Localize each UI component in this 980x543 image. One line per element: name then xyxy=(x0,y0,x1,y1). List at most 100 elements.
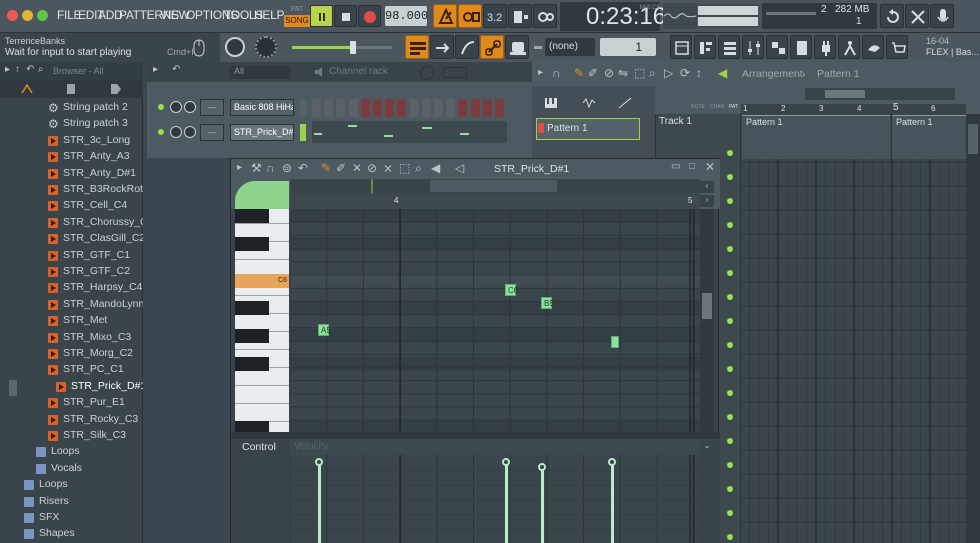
shop-button[interactable] xyxy=(886,35,908,59)
piano-keyboard[interactable]: C6 xyxy=(235,209,289,432)
arrow-up-icon[interactable]: ↑ xyxy=(15,64,20,75)
loop-icon[interactable]: ⟳ xyxy=(680,66,690,80)
master-slider-handle[interactable] xyxy=(350,41,356,54)
chevron-down-icon[interactable]: ⌄ xyxy=(700,441,714,453)
browser-item[interactable]: STR_Mixo_C3 xyxy=(0,330,143,346)
black-key[interactable] xyxy=(235,301,269,315)
wrench-icon[interactable]: ⚒ xyxy=(251,161,262,175)
channel-pan-knob[interactable] xyxy=(170,126,182,138)
speaker-icon[interactable]: ◀ xyxy=(431,161,440,175)
countdown-button[interactable]: 3.2 xyxy=(483,4,507,28)
track-mute-led[interactable] xyxy=(727,150,733,156)
browser-item[interactable]: Risers xyxy=(0,494,143,510)
step-button[interactable] xyxy=(312,99,321,117)
browser-item[interactable]: SFX xyxy=(0,510,143,526)
playlist-scrollbar[interactable] xyxy=(966,114,980,543)
pencil-icon[interactable]: ✎ xyxy=(321,161,331,175)
master-slider-track[interactable] xyxy=(292,41,392,54)
browser-item[interactable]: STR_Silk_C3 xyxy=(0,428,143,444)
playlist-button[interactable] xyxy=(405,35,429,59)
note-grid[interactable]: A5 C6 B5 xyxy=(290,209,700,432)
track-mute-led[interactable] xyxy=(727,534,733,540)
step-button[interactable] xyxy=(348,99,358,117)
swing-knob[interactable] xyxy=(420,66,434,80)
scroll-right-icon[interactable]: › xyxy=(700,195,714,207)
mute-icon[interactable]: ⊘ xyxy=(604,66,614,80)
recording-input-button[interactable] xyxy=(930,4,954,28)
channel-volume-knob[interactable] xyxy=(184,126,196,138)
channel-name-button[interactable]: STR_Prick_D#1 xyxy=(230,124,294,141)
playlist-grid[interactable]: Pattern 1 Pattern 1 xyxy=(739,114,966,543)
slide-tool-button[interactable] xyxy=(455,35,479,59)
master-volume-knob[interactable] xyxy=(255,36,277,58)
flex-preset-name[interactable]: FLEX | Bas... xyxy=(926,47,979,57)
undo-icon[interactable]: ↶ xyxy=(172,64,180,75)
browser-item[interactable]: STR_MandoLynn_B2 xyxy=(0,297,143,313)
magnet-icon[interactable]: ∩ xyxy=(266,161,275,175)
track-mute-led[interactable] xyxy=(727,366,733,372)
channel-select-indicator[interactable] xyxy=(300,124,306,141)
channel-rack-menu-icon[interactable]: ▸ xyxy=(153,64,158,75)
delete-icon[interactable]: ✕ xyxy=(352,161,362,175)
track-mute-led[interactable] xyxy=(727,246,733,252)
velocity-bar[interactable] xyxy=(611,462,614,543)
slip-icon[interactable]: ⇋ xyxy=(618,66,628,80)
track-mute-led[interactable] xyxy=(727,270,733,276)
bar-ruler[interactable]: 4 5 xyxy=(290,193,700,209)
mute-icon[interactable]: ⊘ xyxy=(367,161,377,175)
pat-song-toggle[interactable]: PAT SONG xyxy=(284,4,310,28)
scroll-left-icon[interactable]: ‹ xyxy=(700,181,714,193)
black-key[interactable] xyxy=(235,237,269,251)
browser-menu-icon[interactable]: ▸ xyxy=(5,64,10,75)
black-key[interactable] xyxy=(235,421,269,432)
playlist-clip[interactable]: Pattern 1 xyxy=(892,115,966,159)
typing-keyboard-button[interactable] xyxy=(505,35,529,59)
metronome-button[interactable] xyxy=(433,4,457,28)
key-c6-highlight[interactable]: C6 xyxy=(235,274,289,288)
zoom-icon[interactable]: ⌕ xyxy=(415,161,422,176)
timeline-scroll[interactable] xyxy=(805,88,955,100)
document-icon[interactable] xyxy=(66,83,76,95)
magnet-icon[interactable]: ∩ xyxy=(552,66,561,80)
velocity-bar[interactable] xyxy=(318,462,321,543)
step-button[interactable] xyxy=(470,99,480,117)
velocity-handle[interactable] xyxy=(608,458,616,466)
browser-item[interactable]: STR_GTF_C1 xyxy=(0,248,143,264)
piano-roll-button[interactable] xyxy=(694,35,716,59)
playback-icon[interactable]: ▷ xyxy=(664,66,673,80)
step-button[interactable] xyxy=(421,99,431,117)
browser-item[interactable]: Loops xyxy=(0,444,143,460)
step-button[interactable] xyxy=(446,99,456,117)
mixer-track-select[interactable]: --- xyxy=(200,124,224,141)
steps-toggle[interactable] xyxy=(443,67,467,78)
tools-button[interactable] xyxy=(905,4,929,28)
track-mute-led[interactable] xyxy=(727,390,733,396)
track-mute-led[interactable] xyxy=(727,222,733,228)
panel-splitter[interactable] xyxy=(231,432,720,439)
blend-notes-button[interactable] xyxy=(508,4,532,28)
velocity-handle[interactable] xyxy=(315,458,323,466)
reset-button[interactable] xyxy=(880,4,904,28)
pencil-icon[interactable]: ✎ xyxy=(574,66,584,80)
tag-icon[interactable] xyxy=(110,83,122,95)
tempo-display[interactable]: 98.000 xyxy=(385,6,428,26)
undo-icon[interactable]: ↶ xyxy=(298,161,308,175)
pause-button[interactable] xyxy=(310,5,333,27)
step-button[interactable] xyxy=(385,99,395,117)
undo-icon[interactable]: ↶ xyxy=(26,64,34,75)
step-button[interactable] xyxy=(458,99,468,117)
midi-note[interactable]: B5 xyxy=(541,297,554,309)
track-mute-led[interactable] xyxy=(727,462,733,468)
select-icon[interactable]: ⬚ xyxy=(634,66,645,80)
loop-record-button[interactable] xyxy=(533,4,557,28)
channel-mute-led[interactable] xyxy=(158,104,164,110)
brush-icon[interactable]: ✐ xyxy=(588,66,598,80)
browser-item[interactable]: STR_Morg_C2 xyxy=(0,346,143,362)
browser-scrollbar[interactable] xyxy=(9,380,17,396)
velocity-handle[interactable] xyxy=(538,463,546,471)
plugin-db-button[interactable] xyxy=(814,35,836,59)
plugin-picker-button[interactable] xyxy=(766,35,788,59)
zoom-icon[interactable]: ⌕ xyxy=(649,66,656,81)
browser-item[interactable]: ⚙ String patch 3 xyxy=(0,116,143,132)
browser-item[interactable]: STR_B3RockRot_D#1 xyxy=(0,182,143,198)
